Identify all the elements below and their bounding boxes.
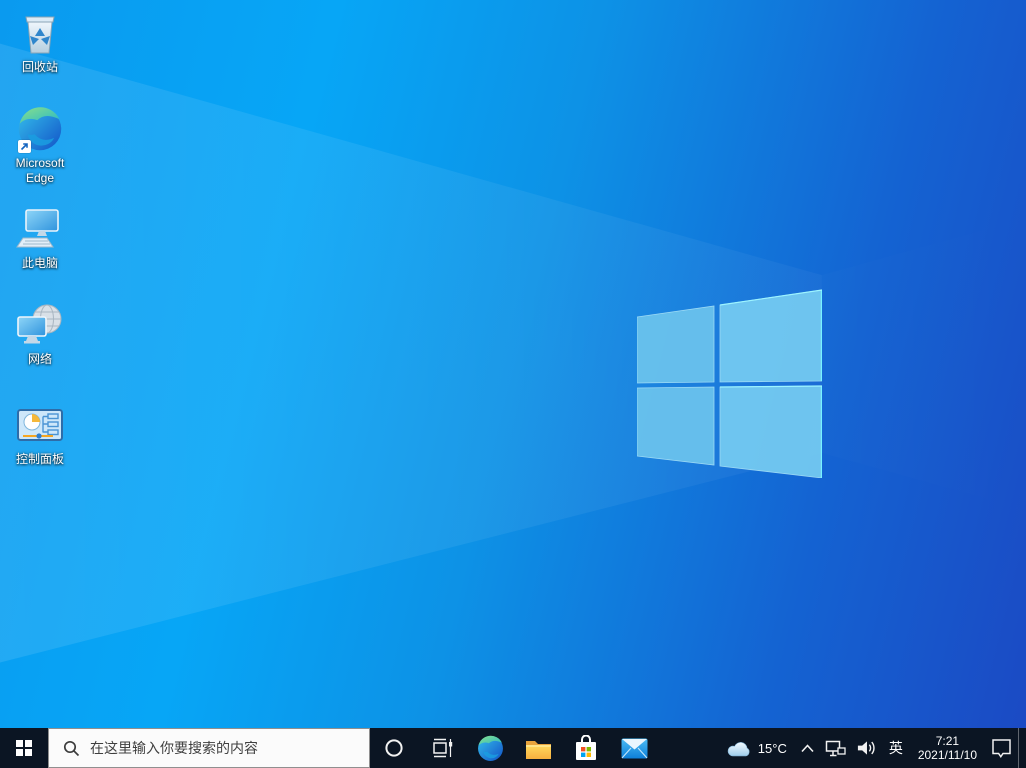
speaker-volume-icon xyxy=(857,741,875,755)
weather-temperature: 15°C xyxy=(757,740,787,756)
tray-volume-button[interactable] xyxy=(851,728,882,768)
windows-logo xyxy=(637,289,822,478)
taskbar-empty-area xyxy=(658,728,718,768)
action-center-button[interactable] xyxy=(985,728,1018,768)
recycle-bin-icon xyxy=(25,16,55,54)
desktop-icon-recycle-bin[interactable]: 回收站 xyxy=(2,8,78,75)
chevron-up-icon xyxy=(801,743,814,752)
show-desktop-button[interactable] xyxy=(1018,728,1026,768)
network-icon xyxy=(17,304,62,344)
cortana-icon xyxy=(385,739,403,757)
ime-language-label: 英 xyxy=(888,740,903,756)
desktop-icon-microsoft-edge[interactable]: Microsoft Edge xyxy=(2,104,78,186)
desktop-icon-label: 此电脑 xyxy=(21,256,58,270)
search-placeholder: 在这里输入你要搜索的内容 xyxy=(90,740,258,756)
search-icon xyxy=(63,740,80,756)
microsoft-edge-icon xyxy=(477,735,503,761)
weather-cloud-icon xyxy=(727,741,750,756)
mail-icon xyxy=(621,738,647,758)
taskbar-mail-button[interactable] xyxy=(610,728,658,768)
tray-ime-indicator[interactable]: 英 xyxy=(882,728,910,768)
taskbar-microsoft-store-button[interactable] xyxy=(562,728,610,768)
shortcut-arrow-icon xyxy=(18,140,31,153)
tray-show-hidden-icons-button[interactable] xyxy=(795,728,820,768)
desktop-icon-control-panel[interactable]: 控制面板 xyxy=(2,400,78,467)
this-pc-icon xyxy=(16,209,59,248)
taskbar-search-input[interactable]: 在这里输入你要搜索的内容 xyxy=(48,728,370,768)
control-panel-icon xyxy=(17,409,63,441)
clock-time: 7:21 xyxy=(935,734,960,748)
taskbar-microsoft-edge-button[interactable] xyxy=(466,728,514,768)
desktop-icon-network[interactable]: 网络 xyxy=(2,300,78,367)
task-view-icon xyxy=(433,738,453,758)
start-button[interactable] xyxy=(0,728,48,768)
desktop-icon-this-pc[interactable]: 此电脑 xyxy=(2,204,78,271)
taskbar-file-explorer-button[interactable] xyxy=(514,728,562,768)
microsoft-store-icon xyxy=(576,734,596,760)
tray-network-button[interactable] xyxy=(820,728,851,768)
system-tray: 15°C 英 7:21 2021/11/10 xyxy=(718,728,1026,768)
desktop-icon-label: 控制面板 xyxy=(15,452,64,466)
taskbar-weather-widget[interactable]: 15°C xyxy=(718,728,795,768)
action-center-icon xyxy=(992,739,1011,759)
taskbar-cortana-button[interactable] xyxy=(370,728,418,768)
desktop-icon-label: 回收站 xyxy=(21,60,58,74)
tray-clock[interactable]: 7:21 2021/11/10 xyxy=(910,728,985,768)
desktop-icon-label: Microsoft Edge xyxy=(15,156,65,185)
ethernet-network-icon xyxy=(825,740,846,756)
taskbar-task-view-button[interactable] xyxy=(418,728,466,768)
windows-start-icon xyxy=(15,739,33,757)
clock-date: 2021/11/10 xyxy=(917,748,977,762)
desktop-wallpaper: 回收站 Microsoft Edge 此电脑 网络 控制面板 xyxy=(0,0,1026,728)
file-explorer-icon xyxy=(525,740,551,759)
desktop-icon-label: 网络 xyxy=(27,352,52,366)
taskbar: 在这里输入你要搜索的内容 15°C 英 7:21 2021/11/10 xyxy=(0,728,1026,768)
